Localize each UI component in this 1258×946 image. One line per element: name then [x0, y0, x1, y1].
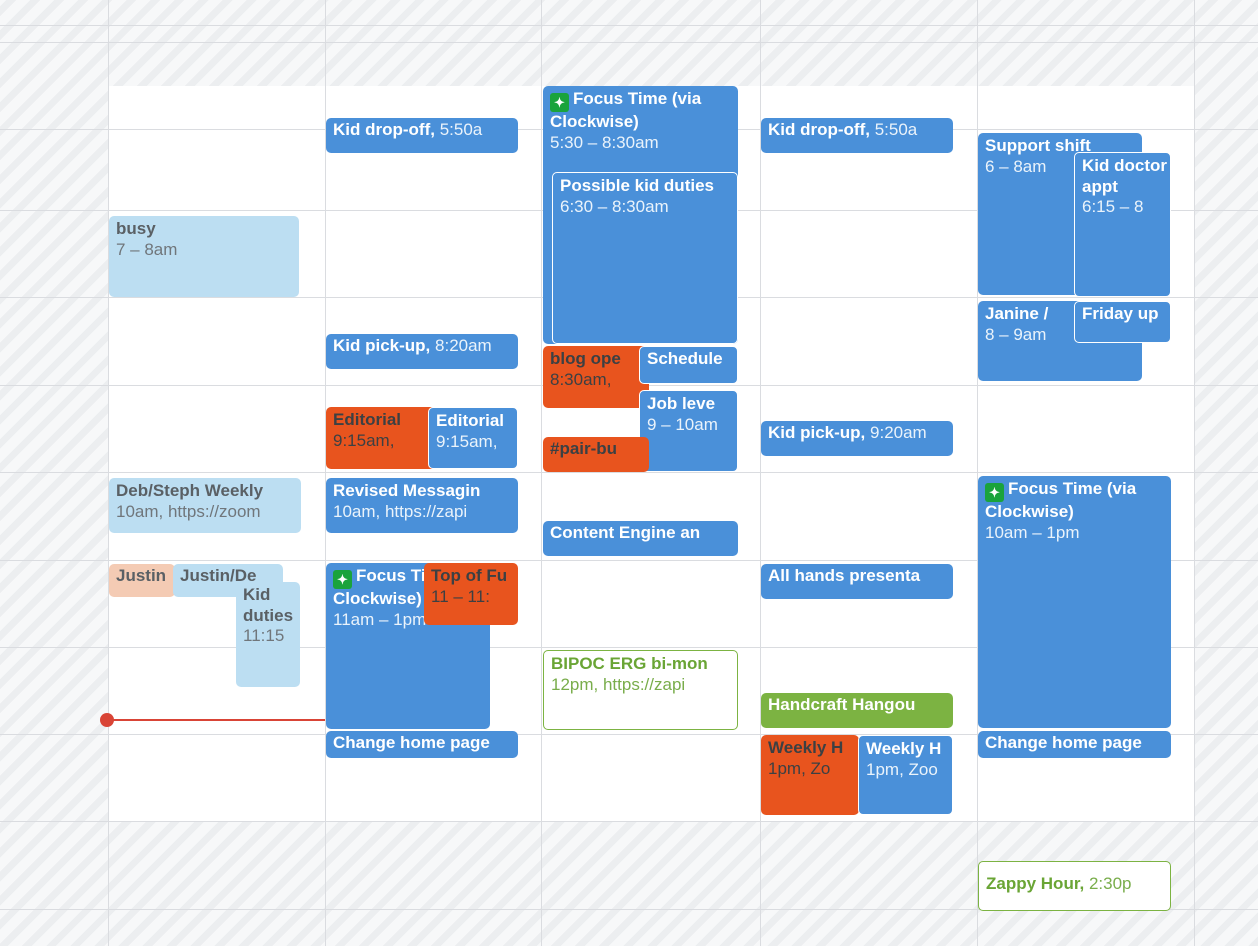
- event-title: Possible kid duties: [560, 176, 714, 195]
- event-title: ✦ Focus Time (via Clockwise): [985, 479, 1169, 523]
- event-editorial-orange[interactable]: Editorial 9:15am,: [326, 407, 436, 469]
- event-schedule[interactable]: Schedule: [639, 346, 738, 384]
- event-weekly-h-blue[interactable]: Weekly H 1pm, Zoo: [858, 735, 953, 815]
- event-pair-bu[interactable]: #pair-bu: [543, 437, 649, 472]
- event-title: Weekly H: [866, 739, 942, 758]
- event-busy[interactable]: busy 7 – 8am: [109, 216, 299, 297]
- event-focus-time-fri[interactable]: ✦ Focus Time (via Clockwise) 10am – 1pm: [978, 476, 1171, 728]
- event-time: 5:30 – 8:30am: [550, 132, 659, 152]
- grid-vline: [108, 0, 109, 946]
- event-title: ✦ Focus Time (via Clockwise): [550, 89, 736, 133]
- event-time: 6:15 – 8: [1082, 197, 1144, 217]
- event-title: #pair-bu: [550, 439, 618, 458]
- grid-hline: [0, 821, 1258, 822]
- event-title: Friday up: [1082, 304, 1159, 323]
- event-title: Weekly H: [768, 738, 844, 757]
- event-title: Change home page: [985, 733, 1142, 752]
- focus-time-sparkle-icon: ✦: [985, 483, 1004, 502]
- event-kid-pickup-thu[interactable]: Kid pick-up, 9:20am: [761, 421, 953, 456]
- event-title: Zappy Hour,: [986, 874, 1085, 893]
- event-content-engine[interactable]: Content Engine an: [543, 521, 738, 556]
- event-title: Job leve: [647, 394, 716, 413]
- event-handcraft-hangout[interactable]: Handcraft Hangou: [761, 693, 953, 728]
- event-job-level[interactable]: Job leve 9 – 10am: [639, 390, 738, 472]
- event-title: Schedule: [647, 349, 723, 368]
- event-time: 5:50a: [874, 120, 918, 139]
- event-time: 9:15am,: [333, 430, 395, 450]
- event-time: 2:30p: [1088, 874, 1132, 893]
- event-editorial-blue[interactable]: Editorial 9:15am,: [428, 407, 518, 469]
- event-title: Kid drop-off,: [333, 120, 435, 139]
- event-time: 9:20am: [870, 423, 927, 442]
- event-title: Justin: [116, 566, 167, 585]
- event-kid-pickup-tue[interactable]: Kid pick-up, 8:20am: [326, 334, 518, 369]
- event-title: busy: [116, 219, 156, 238]
- event-time: 10am – 1pm: [985, 522, 1080, 542]
- event-time: 5:50a: [439, 120, 483, 139]
- event-title: Content Engine an: [550, 523, 701, 542]
- event-time: 10am, https://zapi: [333, 501, 468, 521]
- grid-vline: [1194, 0, 1195, 946]
- current-time-line: [108, 719, 325, 721]
- event-weekly-h-orange[interactable]: Weekly H 1pm, Zo: [761, 735, 859, 815]
- event-time: 11:15: [243, 626, 285, 646]
- event-time: 6:30 – 8:30am: [560, 196, 669, 216]
- event-revised-messaging[interactable]: Revised Messagin 10am, https://zapi: [326, 478, 518, 533]
- event-title: Kid drop-off,: [768, 120, 870, 139]
- event-top-of-funnel[interactable]: Top of Fu 11 – 11:: [424, 563, 518, 625]
- calendar-week-grid: busy 7 – 8am Deb/Steph Weekly 10am, http…: [0, 0, 1258, 946]
- event-possible-kid-duties[interactable]: Possible kid duties 6:30 – 8:30am: [552, 172, 738, 344]
- event-time: 8:30am,: [550, 369, 612, 389]
- event-change-home-page-tue[interactable]: Change home page: [326, 731, 518, 758]
- event-title: Top of Fu: [431, 566, 508, 585]
- grid-hline: [0, 25, 1258, 26]
- event-kid-dropoff-thu[interactable]: Kid drop-off, 5:50a: [761, 118, 953, 153]
- event-friday-update[interactable]: Friday up: [1074, 301, 1171, 343]
- event-bipoc-erg[interactable]: BIPOC ERG bi-mon 12pm, https://zapi: [543, 650, 738, 730]
- event-title: All hands presenta: [768, 566, 921, 585]
- event-title: blog ope: [550, 349, 621, 368]
- event-time: 7 – 8am: [116, 239, 178, 259]
- event-title: Kid pick-up,: [333, 336, 431, 355]
- event-time: 8:20am: [435, 336, 492, 355]
- event-title: Deb/Steph Weekly: [116, 481, 264, 500]
- event-title: Change home page: [333, 733, 490, 752]
- event-blog-ope[interactable]: blog ope 8:30am,: [543, 346, 649, 408]
- event-deb-steph-weekly[interactable]: Deb/Steph Weekly 10am, https://zoom: [109, 478, 301, 533]
- event-title: Revised Messagin: [333, 481, 481, 500]
- event-justin-a[interactable]: Justin: [109, 564, 175, 597]
- event-zappy-hour[interactable]: Zappy Hour, 2:30p: [978, 861, 1171, 911]
- event-title: Kid duties: [243, 585, 294, 625]
- event-kid-dropoff-tue[interactable]: Kid drop-off, 5:50a: [326, 118, 518, 153]
- event-time: 9 – 10am: [647, 414, 718, 434]
- event-title: Editorial: [436, 411, 505, 430]
- event-all-hands-presentation[interactable]: All hands presenta: [761, 564, 953, 599]
- event-title: Kid pick-up,: [768, 423, 866, 442]
- event-title: Editorial: [333, 410, 402, 429]
- event-kid-duties-mon[interactable]: Kid duties 11:15: [236, 582, 300, 687]
- event-title: Handcraft Hangou: [768, 695, 916, 714]
- focus-time-sparkle-icon: ✦: [550, 93, 569, 112]
- focus-time-sparkle-icon: ✦: [333, 570, 352, 589]
- event-time: 1pm, Zoo: [866, 759, 938, 779]
- event-title-text: Focus Time (via Clockwise): [550, 89, 702, 131]
- event-time: 10am, https://zoom: [116, 501, 261, 521]
- event-change-home-page-fri[interactable]: Change home page: [978, 731, 1171, 758]
- event-time: 12pm, https://zapi: [551, 674, 686, 694]
- day-column-body-mon: [109, 86, 325, 821]
- event-title-text: Focus Time (via Clockwise): [985, 479, 1137, 521]
- event-time: 9:15am,: [436, 431, 498, 451]
- event-time: 11 – 11:: [431, 586, 490, 606]
- grid-hline: [0, 472, 1258, 473]
- event-time: 1pm, Zo: [768, 758, 831, 778]
- current-time-dot: [100, 713, 114, 727]
- event-title: Kid doctor appt: [1082, 156, 1167, 196]
- event-kid-doctor-appt[interactable]: Kid doctor appt 6:15 – 8: [1074, 152, 1171, 297]
- grid-hline: [0, 42, 1258, 43]
- grid-vline: [541, 0, 542, 946]
- event-title: BIPOC ERG bi-mon: [551, 654, 708, 673]
